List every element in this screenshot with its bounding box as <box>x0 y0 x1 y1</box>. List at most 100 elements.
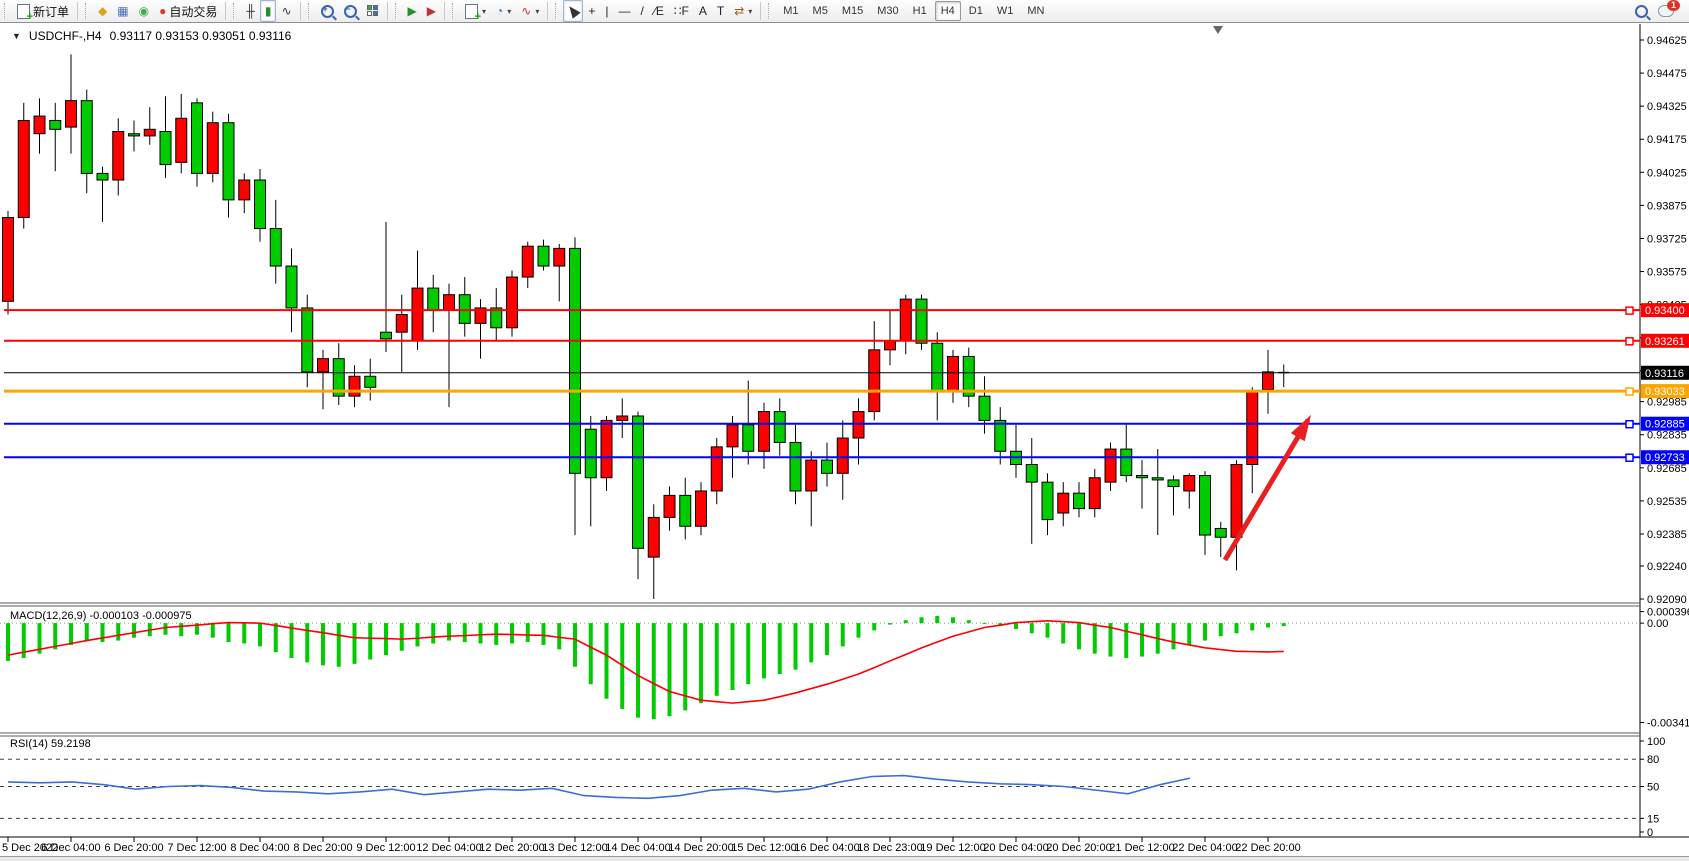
hline-handle[interactable] <box>1626 388 1633 395</box>
candle-body <box>1137 476 1148 478</box>
crosshair-button[interactable]: + <box>583 0 600 22</box>
candle-body <box>711 447 722 491</box>
toolbar-separator <box>225 2 226 20</box>
hline-handle[interactable] <box>1626 421 1633 428</box>
zoom-in-button[interactable]: + <box>316 0 339 22</box>
price-badge-label: 0.92885 <box>1645 419 1685 431</box>
notifications-button[interactable]: 1 <box>1653 0 1679 22</box>
macd-histogram-bar <box>1030 623 1034 633</box>
tile-windows-button[interactable] <box>362 0 384 22</box>
rsi-tick-label: 15 <box>1647 813 1659 825</box>
channel-button[interactable]: ∕E <box>649 0 669 22</box>
zoom-out-button[interactable]: − <box>339 0 362 22</box>
candlestick-chart-icon: ▮ <box>265 5 272 17</box>
time-tick-label: 6 Dec 04:00 <box>41 842 100 854</box>
data-window-icon-button[interactable]: ▦ <box>112 0 133 22</box>
macd-histogram-bar <box>809 623 813 662</box>
one-click-trading-toggle-icon[interactable]: ▼ <box>12 31 21 41</box>
candle-body <box>617 416 628 420</box>
macd-histogram-bar <box>1061 623 1065 643</box>
fibonacci-icon: ∷F <box>674 5 689 17</box>
macd-histogram-bar <box>1077 623 1081 649</box>
hline-handle[interactable] <box>1626 454 1633 461</box>
text-label-button[interactable]: T <box>712 0 729 22</box>
line-chart-button[interactable]: ∿ <box>276 0 296 22</box>
arrows-dropdown-button[interactable]: ⇄▾ <box>729 0 757 22</box>
rsi-tick-label: 50 <box>1647 782 1659 794</box>
chart-symbol-period: USDCHF-,H4 <box>29 29 102 43</box>
hline-handle[interactable] <box>1626 307 1633 314</box>
macd-histogram-bar <box>479 623 483 643</box>
candle-body <box>979 396 990 420</box>
timeframe-button-m5[interactable]: M5 <box>807 1 834 21</box>
candle-body <box>223 123 234 200</box>
timeframe-button-m30[interactable]: M30 <box>871 1 904 21</box>
macd-histogram-bar <box>778 623 782 674</box>
chart-canvas[interactable]: 0.946250.944750.943250.941750.940250.938… <box>0 22 1689 861</box>
indicators-dropdown-button[interactable]: ∿▾ <box>516 0 544 22</box>
macd-histogram-bar <box>542 623 546 645</box>
macd-histogram-bar <box>1014 623 1018 629</box>
toolbar: 新订单◆▦◉●自动交易╫▮∿+−▶▶▾◔▾∿▾+|—/∕E∷FAT⇄▾M1M5M… <box>0 0 1689 23</box>
candle-body <box>428 288 439 310</box>
period-dropdown-button[interactable]: ◔▾ <box>491 0 516 22</box>
price-tick-label: 0.94325 <box>1647 101 1687 113</box>
new-chart-dropdown-button[interactable]: ▾ <box>460 0 491 22</box>
time-tick-label: 15 Dec 12:00 <box>731 842 796 854</box>
candle-body <box>160 132 171 165</box>
auto-scroll-button[interactable]: ▶ <box>403 0 422 22</box>
timeframe-button-m1[interactable]: M1 <box>777 1 804 21</box>
time-tick-label: 8 Dec 04:00 <box>230 842 289 854</box>
candle-body <box>1074 493 1085 508</box>
candle-body <box>774 412 785 443</box>
period-dropdown-icon: ◔ <box>496 5 503 17</box>
macd-histogram-bar <box>101 623 105 642</box>
timeframe-button-h4[interactable]: H4 <box>935 1 961 21</box>
macd-label: MACD(12,26,9) -0.000103 -0.000975 <box>10 610 192 622</box>
cursor-button[interactable] <box>563 0 583 22</box>
candle-body <box>1215 528 1226 537</box>
macd-histogram-bar <box>715 623 719 696</box>
macd-histogram-bar <box>242 623 246 643</box>
candle-body <box>759 412 770 452</box>
timeframe-button-mn[interactable]: MN <box>1021 1 1050 21</box>
vline-button[interactable]: | <box>600 0 613 22</box>
candle-body <box>585 429 596 478</box>
candle-body <box>853 412 864 438</box>
candle-body <box>1168 480 1179 487</box>
macd-tick-label: -0.003419 <box>1647 718 1689 730</box>
bar-chart-button[interactable]: ╫ <box>241 0 260 22</box>
fibonacci-button[interactable]: ∷F <box>669 0 694 22</box>
timeframe-button-w1[interactable]: W1 <box>991 1 1020 21</box>
timeframe-button-h1[interactable]: H1 <box>907 1 933 21</box>
hline-handle[interactable] <box>1626 338 1633 345</box>
trendline-button[interactable]: / <box>636 0 649 22</box>
channel-icon: ∕E <box>654 5 664 17</box>
timeframe-button-m15[interactable]: M15 <box>836 1 869 21</box>
chart-shift-button[interactable]: ▶ <box>422 0 441 22</box>
candle-body <box>790 442 801 491</box>
chevron-down-icon: ▾ <box>748 7 752 16</box>
candlestick-chart-button[interactable]: ▮ <box>260 0 277 22</box>
macd-histogram-bar <box>652 623 656 719</box>
hline-button[interactable]: — <box>614 0 636 22</box>
time-tick-label: 22 Dec 20:00 <box>1235 842 1300 854</box>
price-tick-label: 0.92535 <box>1647 496 1687 508</box>
autotrade-button[interactable]: ●自动交易 <box>154 0 222 22</box>
candle-body <box>743 425 754 451</box>
macd-histogram-bar <box>526 623 530 642</box>
price-tick-label: 0.92090 <box>1647 594 1687 606</box>
market-watch-icon-button[interactable]: ◆ <box>93 0 112 22</box>
bar-chart-icon: ╫ <box>246 5 255 17</box>
search-button[interactable] <box>1630 0 1653 22</box>
rsi-tick-label: 100 <box>1647 736 1665 748</box>
text-button[interactable]: A <box>694 0 712 22</box>
candle-body <box>1247 392 1258 465</box>
chart-window-bottom-border <box>0 856 1689 861</box>
candle-body <box>97 173 108 180</box>
rsi-label: RSI(14) 59.2198 <box>10 738 91 750</box>
new-order-button[interactable]: 新订单 <box>12 0 74 22</box>
timeframe-button-d1[interactable]: D1 <box>963 1 989 21</box>
macd-tick-label: 0.00 <box>1647 618 1668 630</box>
navigator-icon-button[interactable]: ◉ <box>134 0 154 22</box>
